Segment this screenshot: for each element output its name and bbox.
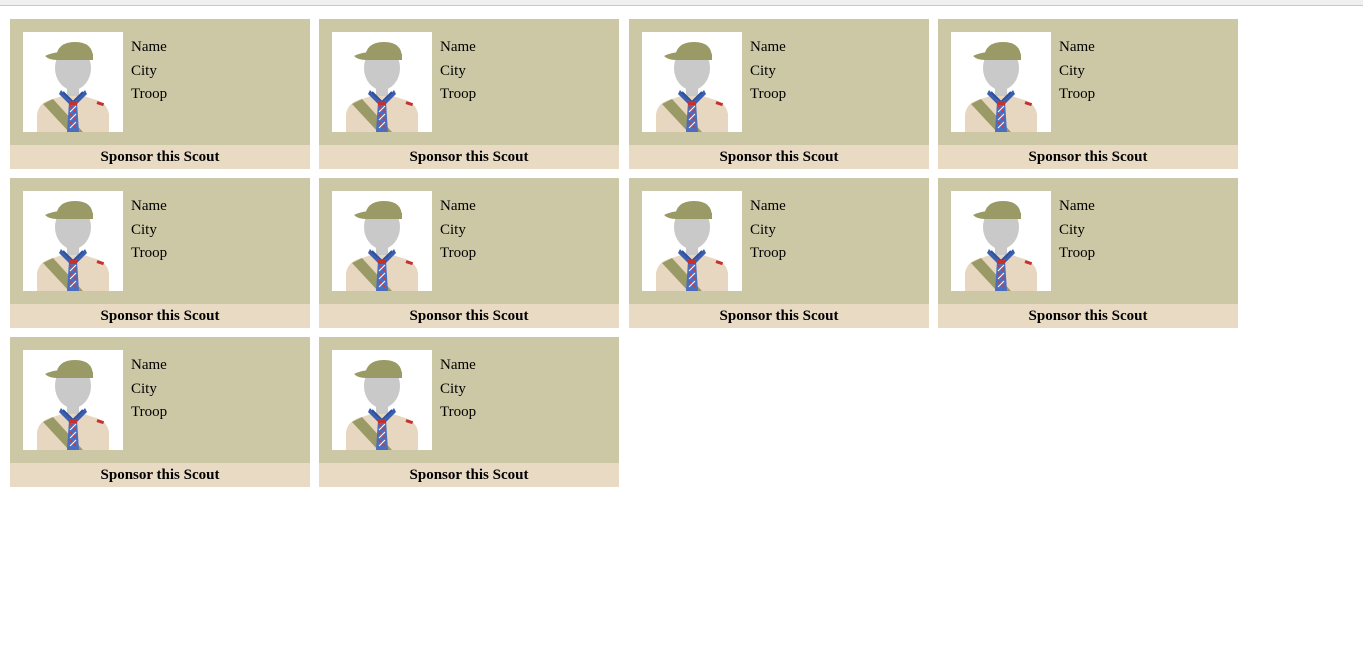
sponsor-scout-button[interactable]: Sponsor this Scout [319,145,619,169]
scout-card: Name City Troop Sponsor this Scout [10,178,310,328]
scout-city-label: City [440,380,466,397]
scout-troop-label: Troop [1059,86,1096,102]
scout-troop-label: Troop [131,404,168,420]
scout-info: Name City Troop [440,354,476,425]
scout-card: Name City Troop Sponsor this Scout [938,178,1238,328]
scout-name-label: Name [1059,198,1095,214]
scout-name-label: Name [131,357,167,373]
sponsor-scout-button[interactable]: Sponsor this Scout [319,304,619,328]
scout-name-label: Name [440,357,476,373]
scout-card: Name City Troop Sponsor this Scout [629,178,929,328]
scout-city-label: City [131,380,157,397]
sponsor-scout-button[interactable]: Sponsor this Scout [938,304,1238,328]
scout-card: Name City Troop Sponsor this Scout [319,337,619,487]
scout-info: Name City Troop [131,354,167,425]
scout-avatar-icon [642,32,742,132]
scout-city-label: City [750,62,776,79]
scout-avatar-icon [951,191,1051,291]
sponsor-scout-button[interactable]: Sponsor this Scout [629,304,929,328]
browser-top-edge [0,0,1363,6]
scout-name-label: Name [440,198,476,214]
scout-troop-label: Troop [131,245,168,261]
scout-avatar-icon [332,350,432,450]
scout-avatar-icon [23,350,123,450]
scout-name-label: Name [1059,39,1095,55]
scout-troop-label: Troop [131,86,168,102]
scout-name-label: Name [750,39,786,55]
scout-city-label: City [131,62,157,79]
scout-troop-label: Troop [440,245,477,261]
scout-name-label: Name [131,39,167,55]
scout-info: Name City Troop [1059,195,1095,266]
scout-city-label: City [1059,62,1085,79]
scout-avatar-icon [23,191,123,291]
sponsor-scout-button[interactable]: Sponsor this Scout [629,145,929,169]
sponsor-scout-button[interactable]: Sponsor this Scout [10,463,310,487]
sponsor-scout-button[interactable]: Sponsor this Scout [938,145,1238,169]
scout-avatar-icon [332,32,432,132]
scout-info: Name City Troop [440,195,476,266]
scout-name-label: Name [131,198,167,214]
scout-troop-label: Troop [750,86,787,102]
scout-info: Name City Troop [131,195,167,266]
scout-card: Name City Troop Sponsor this Scout [10,337,310,487]
scout-troop-label: Troop [440,86,477,102]
scout-info: Name City Troop [440,36,476,107]
scout-name-label: Name [750,198,786,214]
scout-troop-label: Troop [440,404,477,420]
scout-city-label: City [1059,221,1085,238]
scout-city-label: City [440,221,466,238]
sponsor-scout-button[interactable]: Sponsor this Scout [319,463,619,487]
scout-name-label: Name [440,39,476,55]
scout-avatar-icon [642,191,742,291]
sponsor-scout-button[interactable]: Sponsor this Scout [10,145,310,169]
scout-city-label: City [440,62,466,79]
scout-troop-label: Troop [750,245,787,261]
sponsor-scout-button[interactable]: Sponsor this Scout [10,304,310,328]
scout-card: Name City Troop Sponsor this Scout [10,19,310,169]
scout-avatar-icon [332,191,432,291]
scout-card: Name City Troop Sponsor this Scout [629,19,929,169]
scout-info: Name City Troop [131,36,167,107]
scout-info: Name City Troop [750,195,786,266]
scout-avatar-icon [23,32,123,132]
scout-info: Name City Troop [1059,36,1095,107]
scout-troop-label: Troop [1059,245,1096,261]
scout-info: Name City Troop [750,36,786,107]
scout-card: Name City Troop Sponsor this Scout [319,19,619,169]
scout-city-label: City [131,221,157,238]
scout-avatar-icon [951,32,1051,132]
scout-city-label: City [750,221,776,238]
scout-card: Name City Troop Sponsor this Scout [319,178,619,328]
scout-card: Name City Troop Sponsor this Scout [938,19,1238,169]
